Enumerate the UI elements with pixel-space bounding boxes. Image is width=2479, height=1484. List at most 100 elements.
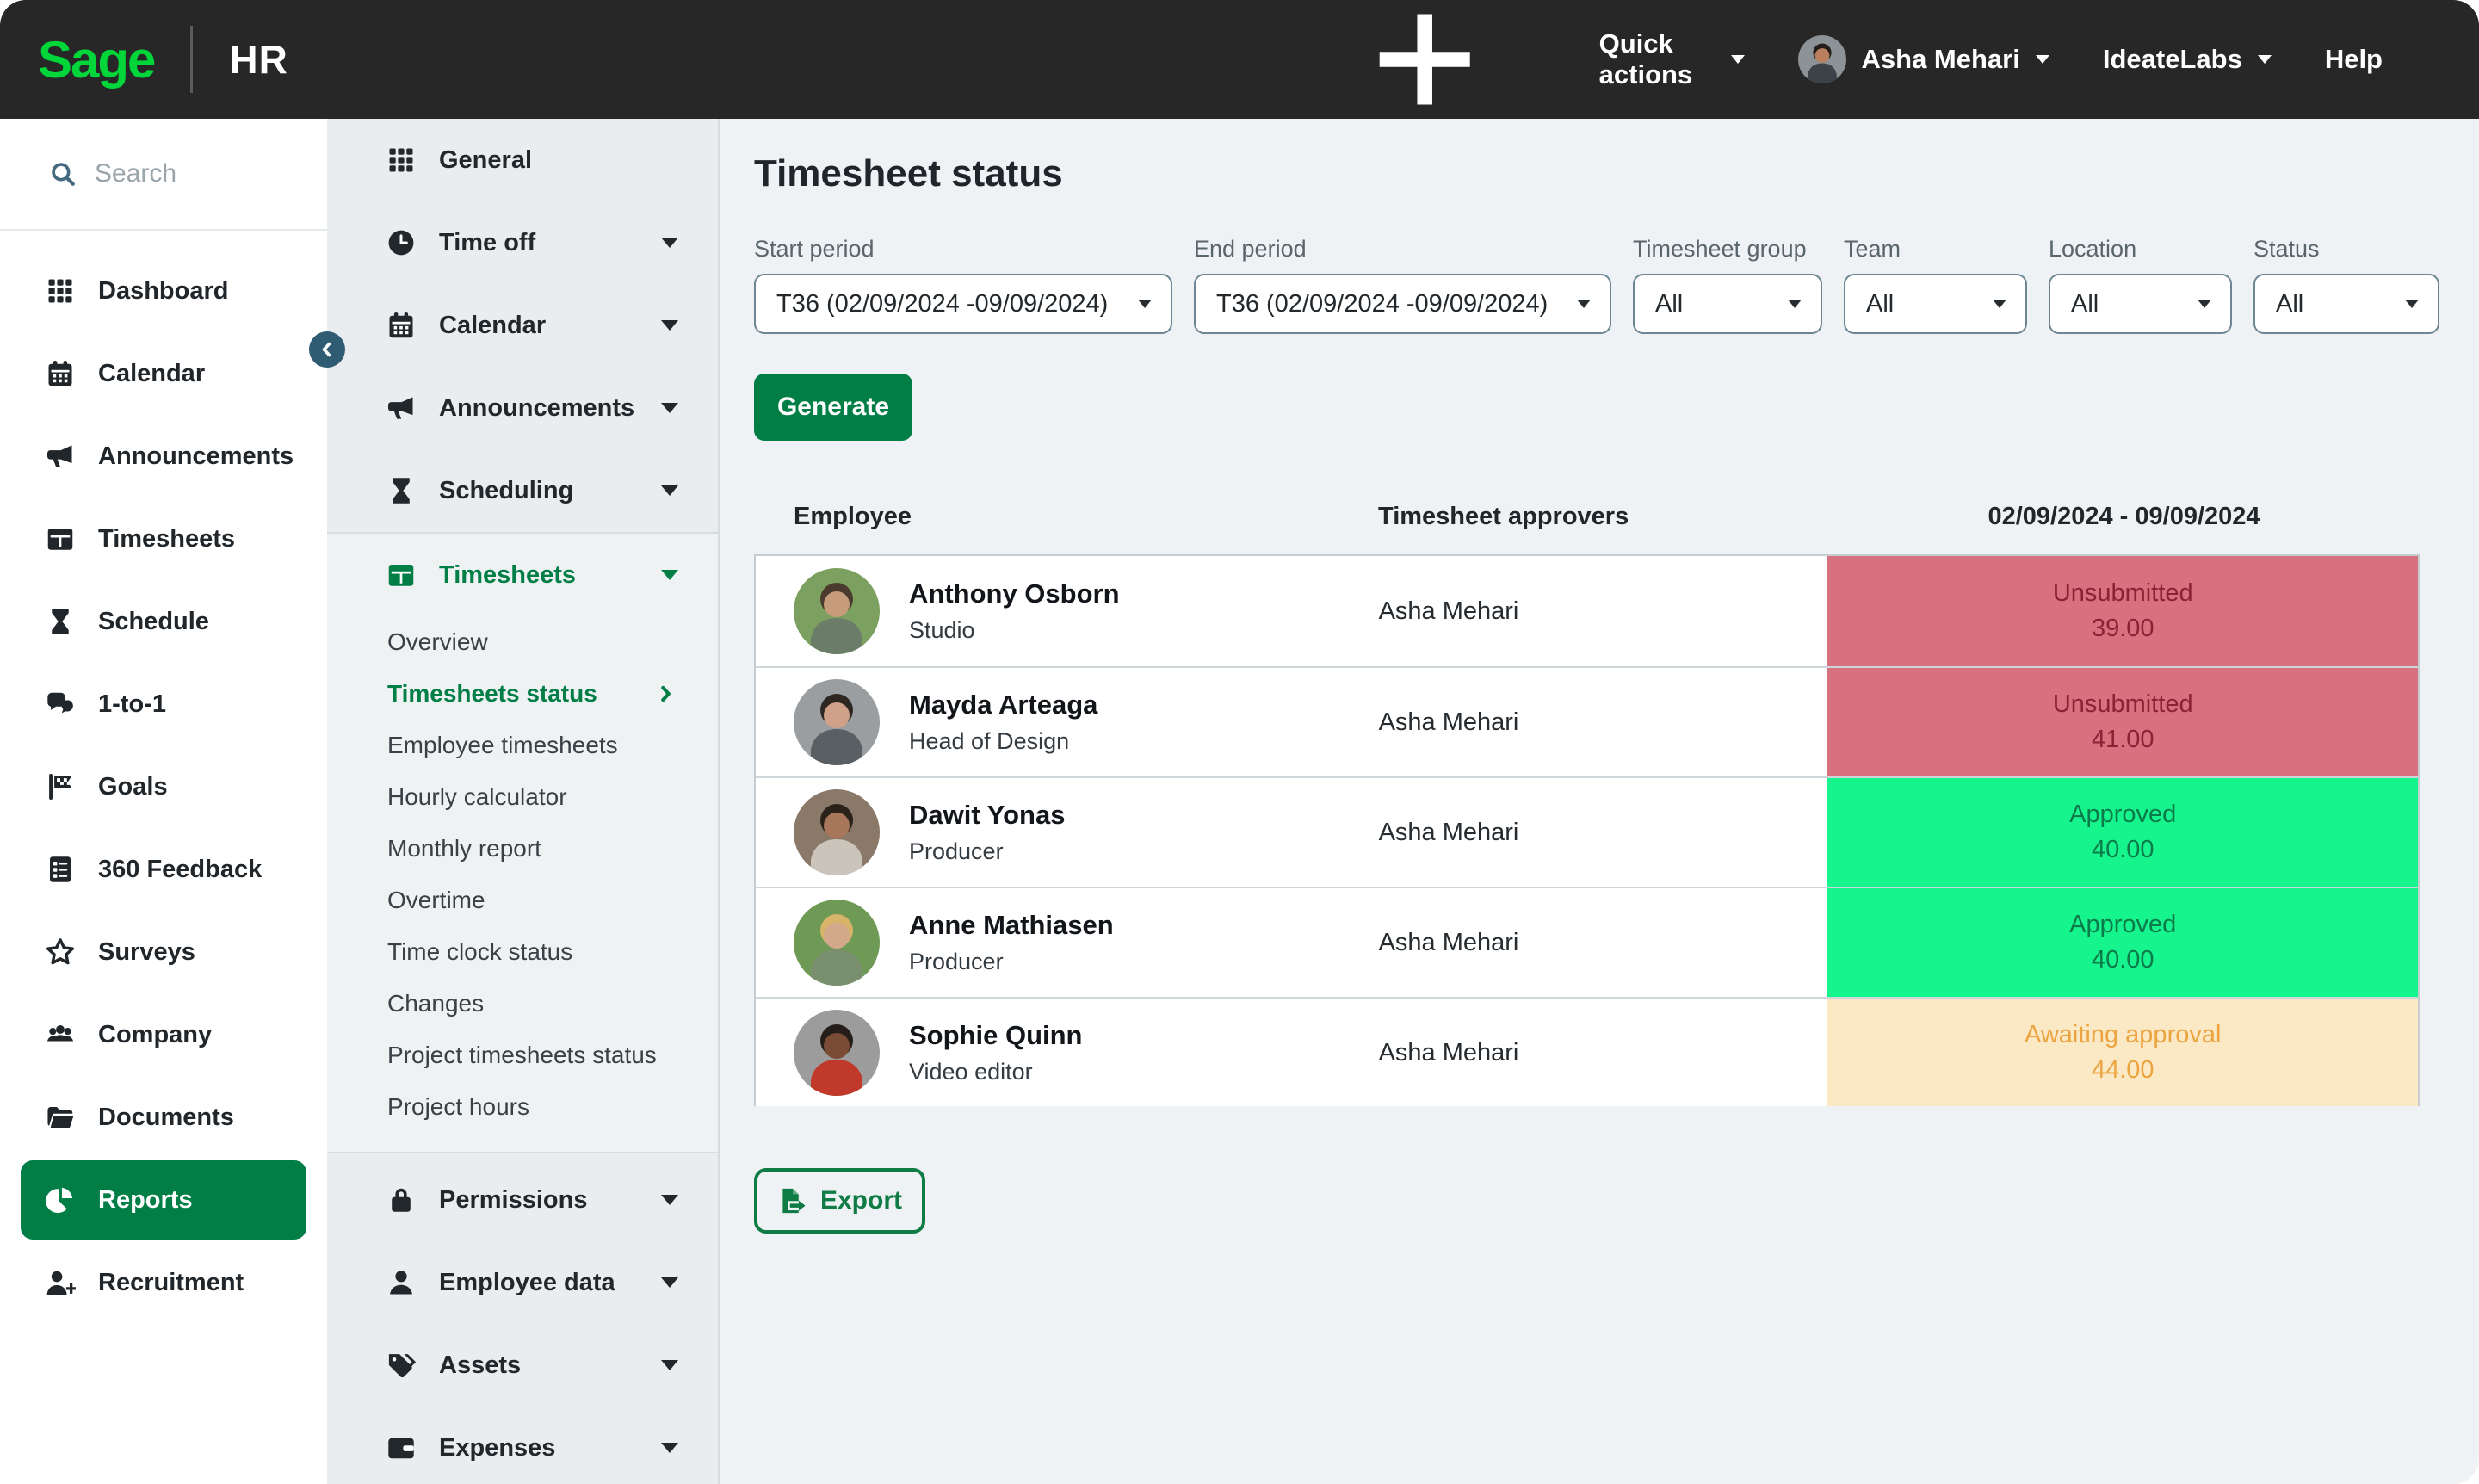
report-link-overview[interactable]: Overview [327,616,718,668]
clock-icon [386,227,417,258]
employee-name: Mayda Arteaga [909,689,1097,721]
table-row: Mayda ArteagaHead of Design Asha Mehari … [756,666,2418,776]
report-link-overtime[interactable]: Overtime [327,875,718,926]
sidebar-item-company[interactable]: Company [0,993,327,1076]
chevron-down-icon [1731,55,1745,64]
sidebar-item-calendar[interactable]: Calendar [0,332,327,415]
report-link-project-hours[interactable]: Project hours [327,1081,718,1133]
status-label: Unsubmitted [2053,576,2193,611]
help-link[interactable]: Help [2325,44,2383,75]
report-link-project-timesheets-status[interactable]: Project timesheets status [327,1030,718,1081]
table-row: Anne MathiasenProducer Asha Mehari Appro… [756,887,2418,997]
timesheet-group-select[interactable]: All [1633,274,1822,334]
employee-role: Head of Design [909,727,1097,756]
table-row: Sophie QuinnVideo editor Asha Mehari Awa… [756,997,2418,1106]
report-link-monthly-report[interactable]: Monthly report [327,823,718,875]
quick-actions-button[interactable]: Quick actions [1266,0,1744,124]
employee-avatar [794,679,880,765]
report-item-employee-data[interactable]: Employee data [327,1241,718,1324]
megaphone-icon [45,441,76,472]
chevron-down-icon [2198,300,2211,308]
chevron-down-icon [2405,300,2419,308]
report-link-hourly-calculator[interactable]: Hourly calculator [327,771,718,823]
brand-divider [190,26,193,93]
search-icon [48,159,77,189]
top-bar: Sage HR Quick actions Asha Mehari Ideate… [0,0,2479,119]
start-period-select[interactable]: T36 (02/09/2024 -09/09/2024) [754,274,1172,334]
filter-status: Status All [2253,234,2439,334]
status-hours: 41.00 [2092,722,2154,757]
column-header-date-range: 02/09/2024 - 09/09/2024 [1828,503,2420,531]
location-select[interactable]: All [2049,274,2232,334]
generate-button[interactable]: Generate [754,374,912,441]
approver-cell: Asha Mehari [1379,556,1828,666]
people-icon [45,1019,76,1050]
sidebar-item-timesheets[interactable]: Timesheets [0,498,327,580]
sidebar-item-goals[interactable]: Goals [0,745,327,828]
employee-avatar [794,789,880,875]
sidebar-item-schedule[interactable]: Schedule [0,580,327,663]
user-menu-button[interactable]: Asha Mehari [1798,35,2049,83]
status-select[interactable]: All [2253,274,2439,334]
table-row: Anthony OsbornStudio Asha Mehari Unsubmi… [756,556,2418,666]
reports-section-timesheets: Timesheets Overview Timesheets status Em… [327,532,718,1153]
sidebar-item-reports[interactable]: Reports [21,1160,306,1240]
timesheet-status-table: Anthony OsbornStudio Asha Mehari Unsubmi… [754,554,2420,1106]
hourglass-icon [386,475,417,506]
reports-section-general: General Time off Calendar Announcements … [327,119,718,532]
report-link-employee-timesheets[interactable]: Employee timesheets [327,720,718,771]
chat-icon [45,689,76,720]
chevron-left-icon [317,339,337,360]
end-period-select[interactable]: T36 (02/09/2024 -09/09/2024) [1194,274,1611,334]
report-item-assets[interactable]: Assets [327,1324,718,1407]
chevron-down-icon [1577,300,1591,308]
person-plus-icon [45,1267,76,1298]
report-item-timesheets[interactable]: Timesheets [327,534,718,616]
filter-timesheet-group: Timesheet group All [1633,234,1822,334]
person-icon [386,1267,417,1298]
report-item-expenses[interactable]: Expenses [327,1407,718,1484]
hourglass-icon [45,606,76,637]
report-item-general[interactable]: General [327,119,718,201]
org-menu-button[interactable]: IdeateLabs [2103,44,2272,75]
sidebar-item-surveys[interactable]: Surveys [0,911,327,993]
team-select[interactable]: All [1844,274,2027,334]
product-name: HR [229,36,287,83]
report-item-scheduling[interactable]: Scheduling [327,449,718,532]
status-cell[interactable]: Approved 40.00 [1827,888,2418,997]
search-input[interactable]: Search [0,119,327,231]
sidebar-item-1-to-1[interactable]: 1-to-1 [0,663,327,745]
collapse-sidebar-button[interactable] [309,331,345,368]
status-cell[interactable]: Awaiting approval 44.00 [1827,999,2418,1106]
export-button[interactable]: Export [754,1168,925,1234]
sidebar-item-360-feedback[interactable]: 360 Feedback [0,828,327,911]
tag-icon [386,1350,417,1381]
reports-sidebar: General Time off Calendar Announcements … [327,119,720,1484]
sidebar-item-recruitment[interactable]: Recruitment [0,1241,327,1324]
report-link-timesheets-status[interactable]: Timesheets status [327,668,718,720]
status-cell[interactable]: Unsubmitted 39.00 [1827,556,2418,666]
status-cell[interactable]: Unsubmitted 41.00 [1827,668,2418,776]
pie-chart-icon [45,1184,76,1215]
approver-cell: Asha Mehari [1379,778,1828,887]
lock-icon [386,1184,417,1215]
chevron-down-icon [1138,300,1152,308]
report-item-announcements[interactable]: Announcements [327,367,718,449]
sidebar-item-announcements[interactable]: Announcements [0,415,327,498]
sidebar-item-documents[interactable]: Documents [0,1076,327,1159]
report-link-changes[interactable]: Changes [327,978,718,1030]
employee-cell: Dawit YonasProducer [756,778,1379,887]
sidebar-item-dashboard[interactable]: Dashboard [0,250,327,332]
calendar-icon [45,358,76,389]
report-item-permissions[interactable]: Permissions [327,1159,718,1241]
wallet-icon [386,1432,417,1463]
report-item-time-off[interactable]: Time off [327,201,718,284]
table-icon [386,560,417,591]
report-item-calendar[interactable]: Calendar [327,284,718,367]
report-link-time-clock-status[interactable]: Time clock status [327,926,718,978]
chevron-down-icon [661,1277,678,1288]
status-cell[interactable]: Approved 40.00 [1827,778,2418,887]
employee-name: Dawit Yonas [909,799,1065,832]
table-icon [45,523,76,554]
chevron-down-icon [661,485,678,496]
